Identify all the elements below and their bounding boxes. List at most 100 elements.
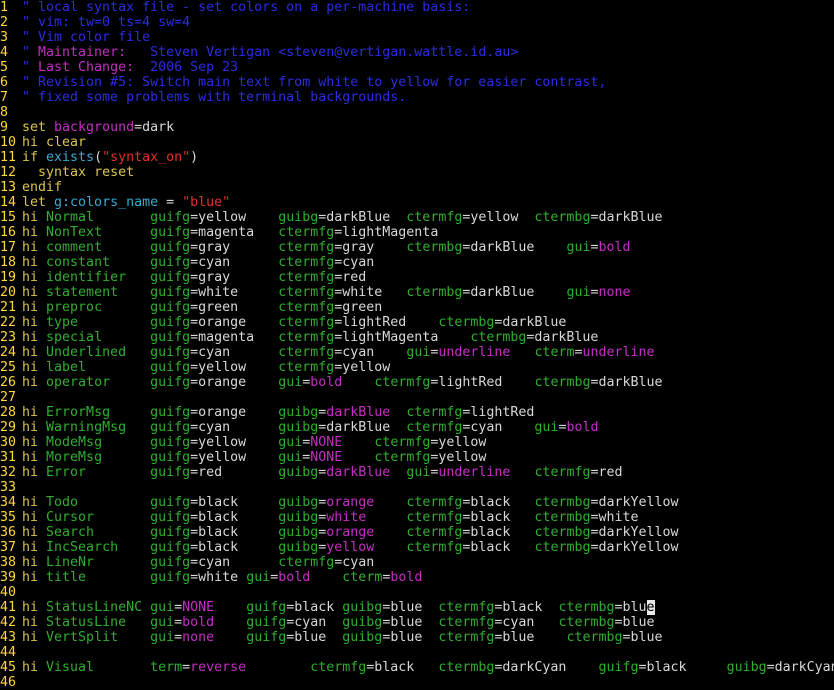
code-token: bold xyxy=(182,615,215,630)
code-token: =cyan xyxy=(190,555,279,570)
editor-line[interactable]: 20 hi statement guifg=white ctermfg=white… xyxy=(0,285,631,300)
line-text: set background=dark xyxy=(22,120,174,135)
code-token: hi xyxy=(22,210,47,225)
code-token: hi xyxy=(22,330,47,345)
code-token: identifier guifg xyxy=(46,270,191,285)
editor-line[interactable]: 11 if exists("syntax_on") xyxy=(0,150,198,165)
editor-line[interactable]: 29 hi WarningMsg guifg=cyan guibg=darkBlu… xyxy=(0,420,598,435)
code-token: =orange xyxy=(190,405,279,420)
editor-line[interactable]: 21 hi preproc guifg=green ctermfg=green xyxy=(0,300,382,315)
code-token: ctermbg xyxy=(566,630,623,645)
code-token: ctermbg xyxy=(470,330,527,345)
editor-line[interactable]: 26 hi operator guifg=orange gui=bold cter… xyxy=(0,375,663,390)
line-number: 9 xyxy=(0,120,9,135)
line-number: 24 xyxy=(0,345,17,360)
editor-line[interactable]: 7 " fixed some problems with terminal bac… xyxy=(0,90,406,105)
line-text: " Revision #5: Switch main text from whi… xyxy=(22,75,606,90)
editor-line[interactable]: 38 hi LineNr guifg=cyan ctermfg=cyan xyxy=(0,555,374,570)
editor-line[interactable]: 6 " Revision #5: Switch main text from wh… xyxy=(0,75,606,90)
code-token: ctermfg xyxy=(278,240,335,255)
line-text: hi Todo guifg=black guibg=orange ctermfg… xyxy=(22,495,679,510)
code-token: hi xyxy=(22,540,47,555)
editor-line[interactable]: 44 xyxy=(0,645,22,660)
line-text: hi StatusLineNC gui=NONE guifg=black gui… xyxy=(22,600,655,615)
editor-line[interactable]: 32 hi Error guifg=red guibg=darkBlue gui=… xyxy=(0,465,623,480)
editor-line[interactable]: 17 hi comment guifg=gray ctermfg=gray cte… xyxy=(0,240,631,255)
code-token: 2006 Sep 23 xyxy=(134,60,239,75)
line-number: 42 xyxy=(0,615,17,630)
editor-line[interactable]: 14 let g:colors_name = "blue" xyxy=(0,195,230,210)
code-token: gui xyxy=(566,240,591,255)
vim-editor[interactable]: 1 " local syntax file - set colors on a p… xyxy=(0,0,834,690)
code-token: =white xyxy=(590,510,639,525)
editor-line[interactable]: 39 hi title guifg=white gui=bold cterm=bo… xyxy=(0,570,422,585)
editor-line[interactable]: 42 hi StatusLine gui=bold guifg=cyan guib… xyxy=(0,615,655,630)
editor-line[interactable]: 12 syntax reset xyxy=(0,165,134,180)
code-token: guibg xyxy=(278,525,319,540)
editor-line[interactable]: 18 hi constant guifg=cyan ctermfg=cyan xyxy=(0,255,374,270)
code-token: gui xyxy=(534,420,559,435)
editor-line[interactable]: 45 hi Visual term=reverse ctermfg=black c… xyxy=(0,660,834,675)
editor-line[interactable]: 30 hi ModeMsg guifg=yellow gui=NONE cterm… xyxy=(0,435,486,450)
code-token: reverse xyxy=(190,660,247,675)
editor-line[interactable]: 16 hi NonText guifg=magenta ctermfg=light… xyxy=(0,225,438,240)
editor-line[interactable]: 15 hi Normal guifg=yellow guibg=darkBlue … xyxy=(0,210,663,225)
line-number: 26 xyxy=(0,375,17,390)
code-token: =cyan xyxy=(334,555,375,570)
code-token: ctermfg xyxy=(406,540,463,555)
editor-line[interactable]: 36 hi Search guifg=black guibg=orange cte… xyxy=(0,525,679,540)
line-text: " Vim color file xyxy=(22,30,150,45)
editor-line[interactable]: 34 hi Todo guifg=black guibg=orange cterm… xyxy=(0,495,679,510)
editor-line[interactable]: 37 hi IncSearch guifg=black guibg=yellow … xyxy=(0,540,679,555)
line-number: 4 xyxy=(0,45,9,60)
code-token: ctermbg xyxy=(534,540,591,555)
line-number: 39 xyxy=(0,570,17,585)
editor-line[interactable]: 2 " vim: tw=0 ts=4 sw=4 xyxy=(0,15,190,30)
code-token: =magenta xyxy=(190,330,279,345)
editor-line[interactable]: 41 hi StatusLineNC gui=NONE guifg=black g… xyxy=(0,600,655,615)
code-token: =black xyxy=(462,495,535,510)
line-text: hi LineNr guifg=cyan ctermfg=cyan xyxy=(22,555,374,570)
editor-line[interactable]: 5 " Last Change: 2006 Sep 23 xyxy=(0,60,238,75)
editor-line[interactable]: 33 xyxy=(0,480,22,495)
editor-line[interactable]: 19 hi identifier guifg=gray ctermfg=red xyxy=(0,270,366,285)
editor-line[interactable]: 22 hi type guifg=orange ctermfg=lightRed … xyxy=(0,315,566,330)
editor-line[interactable]: 28 hi ErrorMsg guifg=orange guibg=darkBlu… xyxy=(0,405,534,420)
editor-line[interactable]: 40 xyxy=(0,585,22,600)
editor-line[interactable]: 25 hi label guifg=yellow ctermfg=yellow xyxy=(0,360,390,375)
line-text: hi NonText guifg=magenta ctermfg=lightMa… xyxy=(22,225,438,240)
line-number: 10 xyxy=(0,135,17,150)
editor-line[interactable]: 13 endif xyxy=(0,180,62,195)
editor-line[interactable]: 4 " Maintainer: Steven Vertigan <steven@v… xyxy=(0,45,518,60)
editor-line[interactable]: 8 xyxy=(0,105,22,120)
code-token: ctermfg xyxy=(406,420,463,435)
code-token: NONE xyxy=(310,450,343,465)
editor-line[interactable]: 27 xyxy=(0,390,22,405)
editor-line[interactable]: 3 " Vim color file xyxy=(0,30,150,45)
code-token: =cyan xyxy=(190,345,279,360)
editor-line[interactable]: 1 " local syntax file - set colors on a p… xyxy=(0,0,470,15)
line-text: " local syntax file - set colors on a pe… xyxy=(22,0,470,15)
code-token: =darkYellow xyxy=(590,495,679,510)
code-token: ctermfg xyxy=(374,435,431,450)
editor-line[interactable]: 24 hi Underlined guifg=cyan ctermfg=cyan … xyxy=(0,345,655,360)
editor-line[interactable]: 10 hi clear xyxy=(0,135,86,150)
editor-line[interactable]: 23 hi special guifg=magenta ctermfg=light… xyxy=(0,330,598,345)
editor-line[interactable]: 31 hi MoreMsg guifg=yellow gui=NONE cterm… xyxy=(0,450,486,465)
line-text: hi VertSplit gui=none guifg=blue guibg=b… xyxy=(22,630,663,645)
code-token: ctermbg xyxy=(438,315,495,330)
line-text: endif xyxy=(22,180,62,195)
editor-line[interactable]: 43 hi VertSplit gui=none guifg=blue guibg… xyxy=(0,630,663,645)
editor-line[interactable]: 35 hi Cursor guifg=black guibg=white cter… xyxy=(0,510,639,525)
code-token: gui xyxy=(246,570,271,585)
code-token: NONE xyxy=(182,600,215,615)
code-token: " fixed some problems with terminal back… xyxy=(22,90,407,105)
line-text: hi constant guifg=cyan ctermfg=cyan xyxy=(22,255,374,270)
line-text: hi label guifg=yellow ctermfg=yellow xyxy=(22,360,390,375)
editor-line[interactable]: 9 set background=dark xyxy=(0,120,174,135)
editor-line[interactable]: 46 xyxy=(0,675,22,690)
code-token: statement guifg xyxy=(46,285,191,300)
